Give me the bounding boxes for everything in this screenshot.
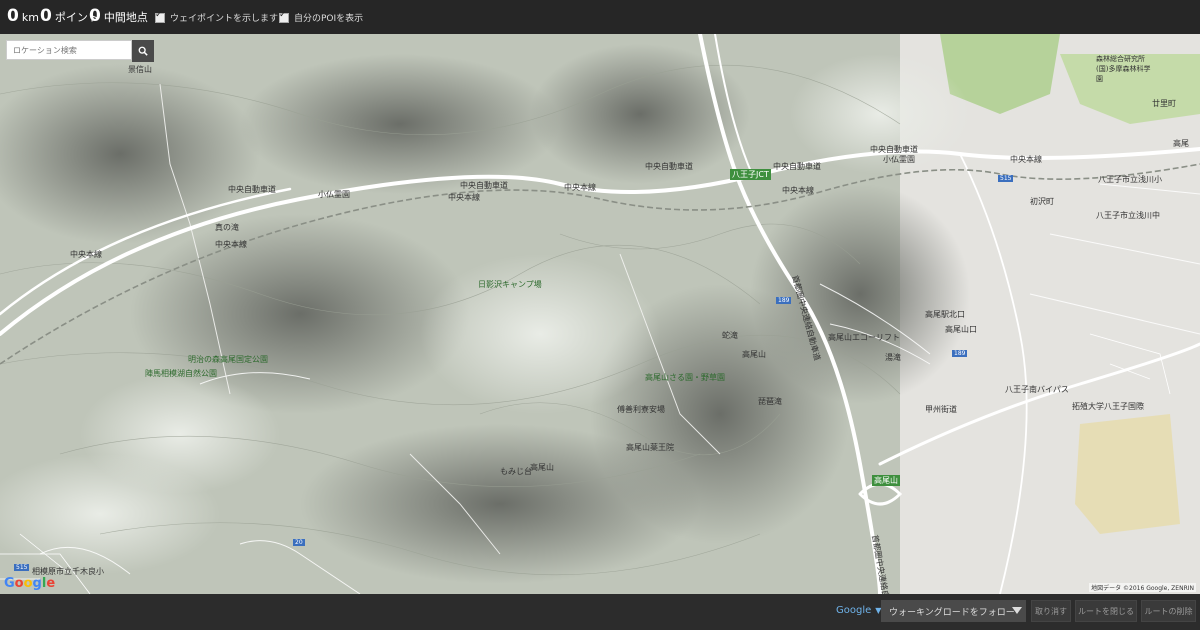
search-button[interactable] (132, 40, 154, 62)
map-label-chuo-line: 中央本線 (448, 193, 480, 202)
map-label-shinnotaki[interactable]: 真の滝 (215, 222, 239, 233)
map-type-label: Google (836, 605, 872, 616)
map-label-chuo-line: 中央本線 (215, 240, 247, 249)
map-label-todori: 廿里町 (1152, 99, 1176, 108)
caret-down-icon (1012, 607, 1022, 614)
show-waypoints-label: ウェイポイントを示します (170, 14, 279, 24)
map-type-selector[interactable]: Google ▼ (836, 605, 881, 616)
waypoints-stat: 0 中間地点 (89, 6, 148, 30)
map-canvas[interactable]: 景信山 中央自動車道 中央自動車道 中央自動車道 中央自動車道 中央自動車道 中… (0, 34, 1200, 594)
map-label-kobotoke-reien[interactable]: 小仏霊園 (318, 189, 350, 200)
map-label-chuo-expy: 中央自動車道 (460, 181, 508, 190)
map-label-takaosan-ic[interactable]: 高尾山 (872, 475, 900, 486)
map-label-chuo-line: 中央本線 (70, 250, 102, 259)
delete-route-button[interactable]: ルートの削除 (1141, 600, 1196, 622)
map-label-route-515: 515 (14, 564, 30, 571)
map-label-asakawa-jhs[interactable]: 八王子市立浅川中 (1096, 210, 1160, 221)
map-label-route-515: 515 (998, 175, 1014, 182)
show-waypoints-toggle[interactable]: ウェイポイントを示します (155, 10, 279, 24)
map-label-hachioji-jct[interactable]: 八王子JCT (730, 169, 771, 180)
map-label-route-189: 189 (776, 297, 792, 304)
show-poi-checkbox[interactable] (279, 10, 289, 23)
close-route-button[interactable]: ルートを閉じる (1075, 600, 1137, 622)
top-bar: 0 km 0 ポイント 0 中間地点 ウェイポイントを示します 自分のPOIを表… (0, 0, 1200, 34)
map-label-takaosanguchi[interactable]: 高尾山口 (945, 324, 977, 335)
map-label-echo-lift[interactable]: 高尾山エコーリフト (828, 332, 900, 343)
waypoints-value: 0 (89, 6, 101, 26)
search-icon (138, 46, 148, 56)
map-label-hachioji-bypass: 八王子南バイパス (1005, 385, 1069, 394)
map-label-zenri[interactable]: 傅善利寮安場 (617, 404, 665, 415)
distance-stat: 0 km (7, 6, 39, 30)
google-logo[interactable]: Google (4, 576, 55, 591)
map-label-jadaki[interactable]: 蛇滝 (722, 330, 738, 341)
map-label-chuo-line: 中央本線 (564, 183, 596, 192)
map-label-yakuoin[interactable]: 高尾山薬王院 (626, 442, 674, 453)
map-label-trick-art[interactable]: 高尾駅北口 (925, 309, 965, 320)
follow-road-dropdown[interactable]: ウォーキングロードをフォロー (881, 600, 1026, 622)
map-label-biwa[interactable]: 琵琶滝 (758, 396, 782, 407)
distance-value: 0 (7, 6, 19, 26)
show-poi-label: 自分のPOIを表示 (294, 14, 364, 24)
distance-unit: km (21, 11, 39, 24)
map-label-route-189: 189 (952, 350, 968, 357)
map-label-yutaki[interactable]: 湯滝 (885, 352, 901, 363)
map-label-jinba-park[interactable]: 陣馬相模湖自然公園 (145, 368, 217, 379)
map-label-jinba[interactable]: 景信山 (128, 64, 152, 75)
show-poi-toggle[interactable]: 自分のPOIを表示 (279, 10, 364, 24)
map-label-takaosan-saru[interactable]: 高尾山さる園・野草園 (645, 372, 725, 383)
map-label-kobotoke[interactable]: 小仏霊園 (883, 154, 915, 165)
map-label-chuo-line: 中央本線 (1010, 155, 1042, 164)
waypoints-unit: 中間地点 (103, 11, 148, 24)
map-label-takaosan-summit[interactable]: 高尾山 (530, 462, 554, 473)
points-value: 0 (40, 6, 52, 26)
map-terrain (0, 34, 1200, 594)
map-label-chuo-expy: 中央自動車道 (228, 185, 276, 194)
show-waypoints-checkbox[interactable] (155, 10, 165, 23)
map-label-takushoku[interactable]: 拓殖大学八王子国際 (1072, 401, 1144, 412)
location-search (6, 40, 158, 62)
map-label-takao-station[interactable]: 高尾 (1173, 138, 1189, 149)
map-label-takaosan[interactable]: 高尾山 (742, 349, 766, 360)
map-data-credit[interactable]: 地図データ ©2016 Google, ZENRIN (1089, 583, 1196, 592)
map-label-asakawa-es[interactable]: 八王子市立浅川小 (1098, 174, 1162, 185)
map-label-chuo-expy: 中央自動車道 (645, 162, 693, 171)
map-label-chuo-expy: 中央自動車道 (773, 162, 821, 171)
map-label-hikage-camp[interactable]: 日影沢キャンプ場 (478, 279, 542, 290)
map-label-route-20: 20 (293, 539, 305, 546)
map-label-chuo-line: 中央本線 (782, 186, 814, 195)
map-label-forest-institute[interactable]: 森林総合研究所(国)多摩森林科学園 (1096, 54, 1156, 84)
undo-button[interactable]: 取り消す (1031, 600, 1071, 622)
follow-road-label: ウォーキングロードをフォロー (889, 607, 1015, 618)
location-search-input[interactable] (6, 40, 132, 60)
map-label-momiji[interactable]: もみじ台 (500, 466, 532, 477)
map-label-meiji-park[interactable]: 明治の森高尾国定公園 (188, 354, 268, 365)
map-label-koshu: 甲州街道 (925, 405, 957, 414)
map-label-hatsuzawa: 初沢町 (1030, 197, 1054, 206)
